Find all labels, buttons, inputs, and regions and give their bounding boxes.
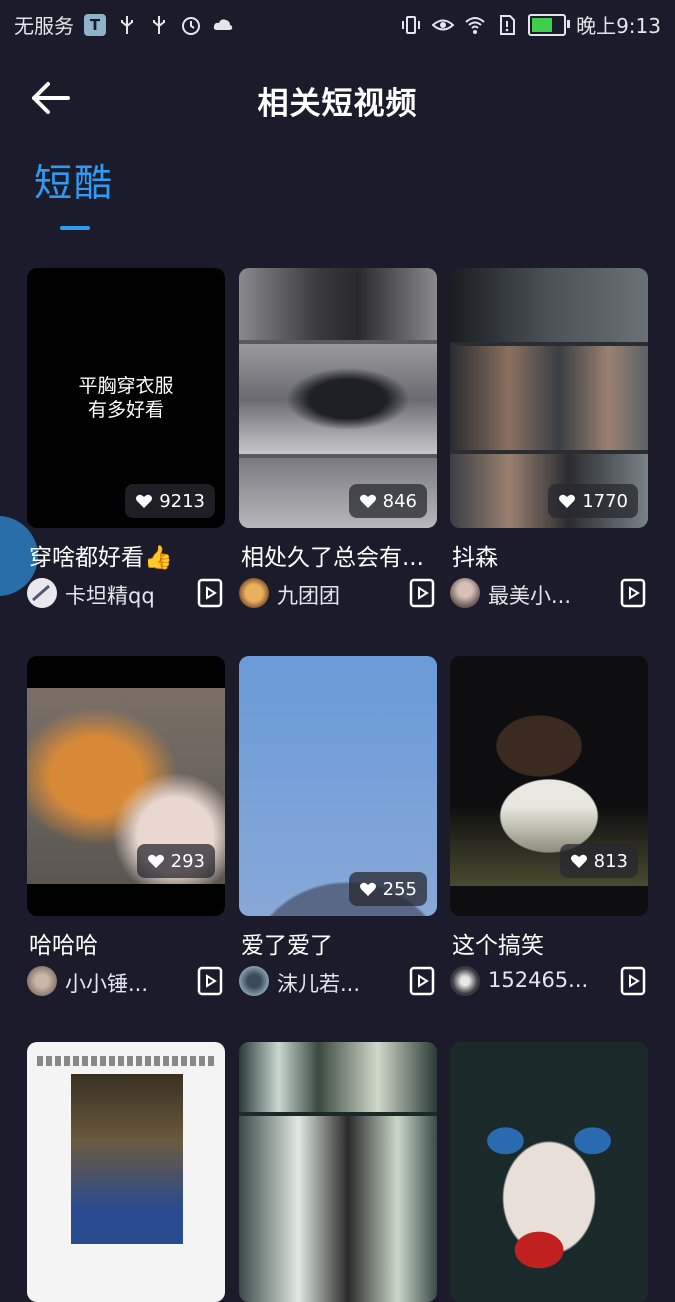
heart-icon	[359, 494, 376, 508]
video-title[interactable]: 这个搞笑	[452, 926, 648, 960]
cloud-icon	[213, 18, 233, 30]
video-play-icon[interactable]	[409, 578, 435, 608]
video-thumbnail[interactable]: 1770	[450, 268, 648, 528]
heart-icon	[136, 494, 153, 508]
avatar[interactable]	[450, 966, 480, 996]
like-count-badge: 293	[136, 844, 215, 878]
video-thumbnail[interactable]: 813	[450, 656, 648, 916]
like-count: 813	[593, 850, 628, 872]
author-row[interactable]: 卡坦精qq	[27, 576, 225, 612]
like-count: 255	[382, 878, 417, 900]
like-count-badge: 255	[348, 872, 427, 906]
author-name[interactable]: 小小锤...	[65, 968, 148, 998]
heart-icon	[147, 854, 164, 868]
author-name[interactable]: 沫儿若...	[277, 968, 360, 998]
header: 相关短视频	[0, 60, 675, 136]
author-row[interactable]: 小小锤...	[27, 964, 225, 1000]
video-title[interactable]: 穿啥都好看👍	[29, 538, 225, 572]
author-name[interactable]: 152465...	[488, 968, 588, 992]
author-row[interactable]: 最美小...	[450, 576, 648, 612]
video-play-icon[interactable]	[409, 966, 435, 996]
thumbnail-caption-line: 有多好看	[87, 399, 164, 421]
heart-icon	[559, 494, 576, 508]
video-thumbnail[interactable]: 平胸穿衣服 有多好看 9213	[27, 268, 225, 528]
video-thumbnail[interactable]: 293	[27, 656, 225, 916]
like-count-badge: 846	[348, 484, 427, 518]
status-bar: 无服务 T 晚上9:13	[0, 0, 675, 48]
video-thumbnail[interactable]	[239, 1042, 437, 1302]
battery-icon	[528, 13, 571, 36]
like-count: 9213	[159, 490, 205, 512]
like-count-badge: 813	[559, 844, 638, 878]
thumbnail-caption-line: 平胸穿衣服	[78, 375, 174, 397]
clock-text: 晚上9:13	[576, 14, 661, 38]
video-thumbnail[interactable]: 846	[239, 268, 437, 528]
video-thumbnail[interactable]	[27, 1042, 225, 1302]
usb-icon	[121, 15, 133, 34]
video-play-icon[interactable]	[197, 966, 223, 996]
avatar[interactable]	[450, 578, 480, 608]
carrier-text: 无服务	[14, 14, 74, 38]
eye-icon	[432, 19, 455, 30]
avatar[interactable]	[239, 578, 269, 608]
video-title[interactable]: 哈哈哈	[29, 926, 225, 960]
alarm-icon	[182, 16, 200, 35]
author-name[interactable]: 最美小...	[488, 580, 571, 610]
author-name[interactable]: 卡坦精qq	[65, 580, 155, 610]
video-thumbnail[interactable]	[450, 1042, 648, 1302]
author-row[interactable]: 152465...	[450, 964, 648, 1000]
video-title[interactable]: 爱了爱了	[241, 926, 437, 960]
video-play-icon[interactable]	[197, 578, 223, 608]
wifi-icon	[465, 16, 485, 34]
avatar[interactable]	[27, 966, 57, 996]
thumbnail-caption: 平胸穿衣服 有多好看	[27, 374, 225, 422]
like-count: 846	[382, 490, 417, 512]
like-count: 293	[170, 850, 205, 872]
avatar[interactable]	[27, 578, 57, 608]
tab-active-indicator	[60, 226, 90, 230]
sim-alert-icon	[500, 14, 516, 35]
tab-duanku[interactable]: 短酷	[34, 152, 114, 207]
like-count: 1770	[582, 490, 628, 512]
video-title[interactable]: 相处久了总会有...	[241, 538, 437, 572]
author-row[interactable]: 沫儿若...	[239, 964, 437, 1000]
usb-debug-icon	[153, 15, 165, 34]
avatar[interactable]	[239, 966, 269, 996]
video-play-icon[interactable]	[620, 578, 646, 608]
video-thumbnail[interactable]: 255	[239, 656, 437, 916]
heart-icon	[359, 882, 376, 896]
like-count-badge: 1770	[548, 484, 638, 518]
heart-icon	[570, 854, 587, 868]
vibrate-icon	[402, 15, 421, 34]
tab-bar: 短酷	[34, 152, 114, 230]
author-row[interactable]: 九团团	[239, 576, 437, 612]
page-title: 相关短视频	[257, 86, 418, 122]
app-notification-icon: T	[84, 13, 106, 36]
video-title[interactable]: 抖森	[452, 538, 648, 572]
like-count-badge: 9213	[125, 484, 215, 518]
author-name[interactable]: 九团团	[277, 580, 340, 610]
video-play-icon[interactable]	[620, 966, 646, 996]
